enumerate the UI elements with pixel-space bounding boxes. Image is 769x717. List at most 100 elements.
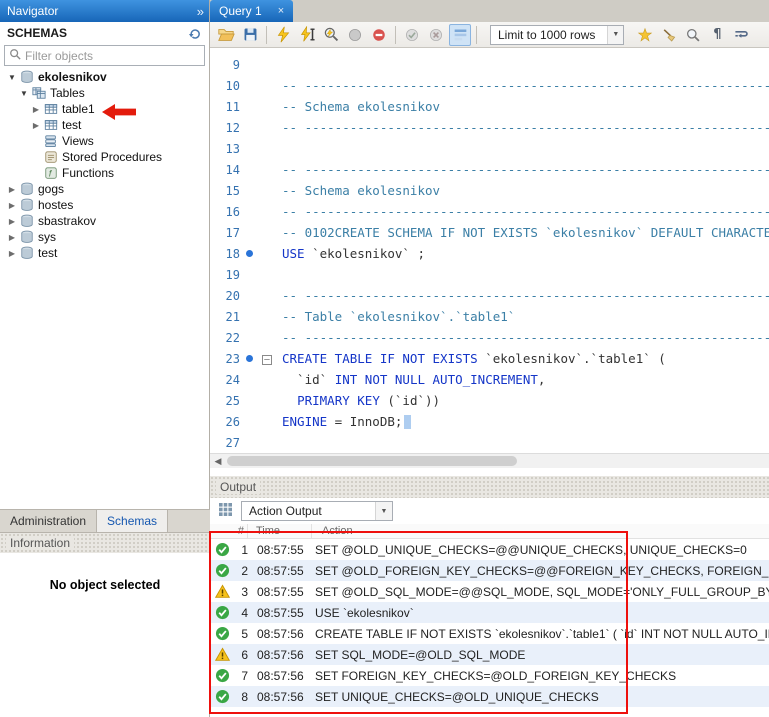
chevron-double-right-icon[interactable]: » — [197, 4, 202, 19]
code-line[interactable]: 15-- Schema ekolesnikov — [210, 180, 769, 201]
code-line[interactable]: 13 — [210, 138, 769, 159]
tree-item-ekolesnikov[interactable]: ▼ekolesnikov — [0, 69, 209, 85]
explain-icon[interactable] — [320, 24, 342, 46]
row-number: 6 — [234, 648, 248, 662]
expand-arrow-icon[interactable]: ▶ — [30, 105, 42, 114]
code-line[interactable]: 24 `id` INT NOT NULL AUTO_INCREMENT, — [210, 369, 769, 390]
tree-item-views[interactable]: Views — [0, 133, 209, 149]
tree-item-label: test — [59, 118, 81, 132]
open-file-icon[interactable] — [215, 24, 237, 46]
column-header-number[interactable]: # — [210, 524, 248, 538]
code-line[interactable]: 22-- -----------------------------------… — [210, 327, 769, 348]
code-line[interactable]: 9 — [210, 54, 769, 75]
tree-item-test[interactable]: ▶ test — [0, 245, 209, 261]
code-line[interactable]: 25 PRIMARY KEY (`id`)) — [210, 390, 769, 411]
code-line[interactable]: 23–CREATE TABLE IF NOT EXISTS `ekolesnik… — [210, 348, 769, 369]
code-line[interactable]: 20-- -----------------------------------… — [210, 285, 769, 306]
tree-item-label: test — [35, 246, 57, 260]
row-time: 08:57:55 — [248, 543, 306, 557]
code-line[interactable]: 11-- Schema ekolesnikov — [210, 96, 769, 117]
row-time: 08:57:55 — [248, 564, 306, 578]
rollback-icon[interactable] — [425, 24, 447, 46]
expand-arrow-icon[interactable]: ▶ — [6, 201, 18, 210]
tree-item-label: table1 — [59, 102, 95, 116]
output-title: Output — [216, 480, 260, 494]
code-line[interactable]: 26ENGINE = InnoDB; — [210, 411, 769, 432]
dropdown-arrow-icon[interactable]: ▼ — [607, 26, 623, 44]
code-line[interactable]: 21-- Table `ekolesnikov`.`table1` — [210, 306, 769, 327]
execute-current-icon[interactable] — [296, 24, 318, 46]
scroll-left-arrow-icon[interactable]: ◀ — [210, 454, 226, 468]
code-text: PRIMARY KEY (`id`)) — [258, 393, 769, 408]
row-time: 08:57:55 — [248, 585, 306, 599]
action-output-dropdown[interactable]: Action Output ▼ — [241, 501, 393, 521]
tree-item-label: sbastrakov — [35, 214, 96, 228]
row-action: SET FOREIGN_KEY_CHECKS=@OLD_FOREIGN_KEY_… — [306, 669, 769, 683]
output-row[interactable]: 608:57:56SET SQL_MODE=@OLD_SQL_MODE — [210, 644, 769, 665]
collapse-arrow-icon[interactable]: ▼ — [18, 89, 30, 98]
scrollbar-thumb[interactable] — [227, 456, 517, 466]
output-row[interactable]: 108:57:55SET @OLD_UNIQUE_CHECKS=@@UNIQUE… — [210, 539, 769, 560]
success-icon — [210, 605, 234, 620]
stop-icon[interactable] — [344, 24, 366, 46]
tree-item-sbastrakov[interactable]: ▶ sbastrakov — [0, 213, 209, 229]
schema-icon — [18, 246, 35, 260]
procedures-icon — [42, 150, 59, 164]
beautify-icon[interactable] — [634, 24, 656, 46]
output-row[interactable]: 708:57:56SET FOREIGN_KEY_CHECKS=@OLD_FOR… — [210, 665, 769, 686]
warning-icon — [210, 584, 234, 599]
column-header-time[interactable]: Time — [248, 524, 312, 538]
execute-icon[interactable] — [272, 24, 294, 46]
fold-collapse-icon[interactable]: – — [262, 355, 272, 365]
expand-arrow-icon[interactable]: ▶ — [6, 249, 18, 258]
tab-administration[interactable]: Administration — [0, 510, 96, 532]
find-icon[interactable] — [682, 24, 704, 46]
dropdown-arrow-icon[interactable]: ▼ — [375, 502, 392, 520]
output-rows: 108:57:55SET @OLD_UNIQUE_CHECKS=@@UNIQUE… — [210, 539, 769, 707]
clean-icon[interactable] — [658, 24, 680, 46]
code-line[interactable]: 14-- -----------------------------------… — [210, 159, 769, 180]
code-line[interactable]: 17-- 0102CREATE SCHEMA IF NOT EXISTS `ek… — [210, 222, 769, 243]
autocommit-icon[interactable] — [449, 24, 471, 46]
code-line[interactable]: 18USE `ekolesnikov` ; — [210, 243, 769, 264]
code-line[interactable]: 10-- -----------------------------------… — [210, 75, 769, 96]
commit-icon[interactable] — [401, 24, 423, 46]
output-row[interactable]: 808:57:56SET UNIQUE_CHECKS=@OLD_UNIQUE_C… — [210, 686, 769, 707]
filter-input[interactable] — [21, 47, 204, 65]
code-line[interactable]: 19 — [210, 264, 769, 285]
expand-arrow-icon[interactable]: ▶ — [6, 233, 18, 242]
code-text: -- -------------------------------------… — [258, 162, 769, 177]
output-row[interactable]: 408:57:55USE `ekolesnikov` — [210, 602, 769, 623]
tree-item-tables[interactable]: ▼Tables — [0, 85, 209, 101]
toolbar-separator — [266, 26, 267, 44]
invisibles-icon[interactable]: ¶ — [706, 24, 728, 46]
tab-query-1[interactable]: Query 1 × — [210, 0, 293, 22]
code-line[interactable]: 16-- -----------------------------------… — [210, 201, 769, 222]
sql-editor[interactable]: 910-- ----------------------------------… — [210, 48, 769, 453]
tree-item-hostes[interactable]: ▶hostes — [0, 197, 209, 213]
tab-schemas[interactable]: Schemas — [96, 510, 168, 532]
code-line[interactable]: 27 — [210, 432, 769, 453]
output-row[interactable]: 308:57:55SET @OLD_SQL_MODE=@@SQL_MODE, S… — [210, 581, 769, 602]
tree-item-functions[interactable]: fFunctions — [0, 165, 209, 181]
tree-item-sys[interactable]: ▶sys — [0, 229, 209, 245]
save-icon[interactable] — [239, 24, 261, 46]
horizontal-scrollbar[interactable]: ◀ — [210, 453, 769, 468]
output-row[interactable]: 508:57:56CREATE TABLE IF NOT EXISTS `eko… — [210, 623, 769, 644]
column-header-action[interactable]: Action — [312, 524, 769, 538]
code-text: ENGINE = InnoDB; — [258, 414, 769, 430]
collapse-arrow-icon[interactable]: ▼ — [6, 73, 18, 82]
schemas-refresh-icon[interactable] — [188, 26, 202, 40]
close-tab-icon[interactable]: × — [278, 5, 284, 17]
stop-on-error-icon[interactable] — [368, 24, 390, 46]
wrap-icon[interactable] — [730, 24, 752, 46]
expand-arrow-icon[interactable]: ▶ — [6, 185, 18, 194]
tree-item-stored-procedures[interactable]: Stored Procedures — [0, 149, 209, 165]
limit-rows-dropdown[interactable]: Limit to 1000 rows▼ — [490, 25, 624, 45]
output-row[interactable]: 208:57:55SET @OLD_FOREIGN_KEY_CHECKS=@@F… — [210, 560, 769, 581]
code-line[interactable]: 12-- -----------------------------------… — [210, 117, 769, 138]
annotation-arrow — [102, 104, 136, 123]
tree-item-gogs[interactable]: ▶gogs — [0, 181, 209, 197]
expand-arrow-icon[interactable]: ▶ — [6, 217, 18, 226]
expand-arrow-icon[interactable]: ▶ — [30, 121, 42, 130]
